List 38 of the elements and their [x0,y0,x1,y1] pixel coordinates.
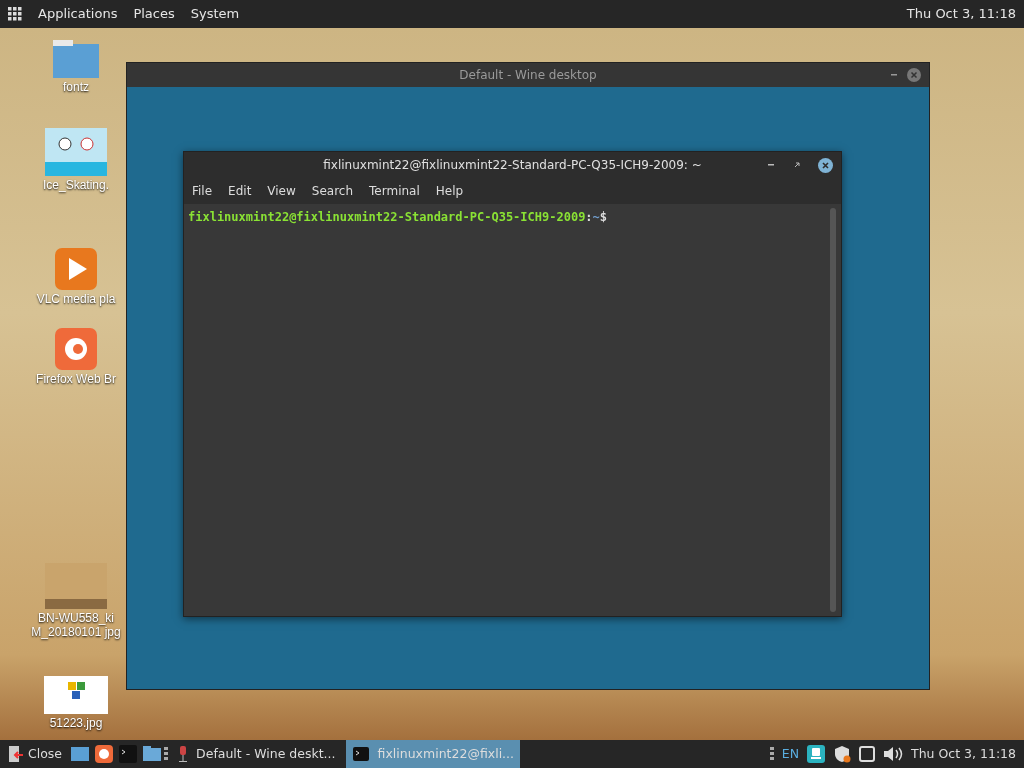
panel-menu[interactable]: System [190,4,240,24]
keyboard-icon [807,745,826,763]
scrollbar[interactable] [830,208,836,612]
menu-item[interactable]: File [192,182,213,200]
window-title: fixlinuxmint22@fixlinuxmint22-Standard-PC-Q35-ICH9-2009: ~ [323,157,702,174]
door-icon [6,745,24,763]
close-icon [907,68,921,82]
image-thumbnail [44,676,108,714]
play-icon [55,248,97,290]
menu-item[interactable]: Edit [228,182,252,200]
menu-item[interactable]: Help [435,182,464,200]
menu-item[interactable]: View [267,182,296,200]
command-prompt: fixlinuxmint22@fixlinuxmint22-Standard-PC-Q35-ICH9-2009:~$ [188,209,609,226]
panel-menu[interactable]: Applications [38,4,118,24]
folder-icon [53,38,99,78]
language-indicator[interactable]: EN [781,744,800,764]
volume-icon [883,746,904,762]
close-icon [818,157,833,173]
taskbar-task[interactable]: Default - Wine deskt... [172,740,342,768]
maximize-icon [792,160,802,170]
desktop-icon-label[interactable]: 51223.jpg [49,716,103,731]
terminal-icon [351,745,370,763]
panel-menu[interactable]: Places [133,4,175,24]
glass-icon [178,745,189,763]
app-grid-icon [8,7,22,21]
menu-item[interactable]: Search [311,182,354,200]
card-icon [859,746,876,762]
photo-placeholder [45,563,107,609]
close-button[interactable]: Close [0,740,69,768]
clock: Thu Oct 3, 11:18 [911,744,1016,763]
clock: Thu Oct 3, 11:18 [906,5,1016,24]
window-title: Default - Wine desktop [459,67,597,84]
image-thumbnail [45,128,107,176]
handle-icon [769,747,774,761]
handle-icon [164,747,169,761]
browser-icon [55,328,97,370]
shield-icon [833,745,852,763]
menu-item[interactable]: Terminal [369,182,420,200]
